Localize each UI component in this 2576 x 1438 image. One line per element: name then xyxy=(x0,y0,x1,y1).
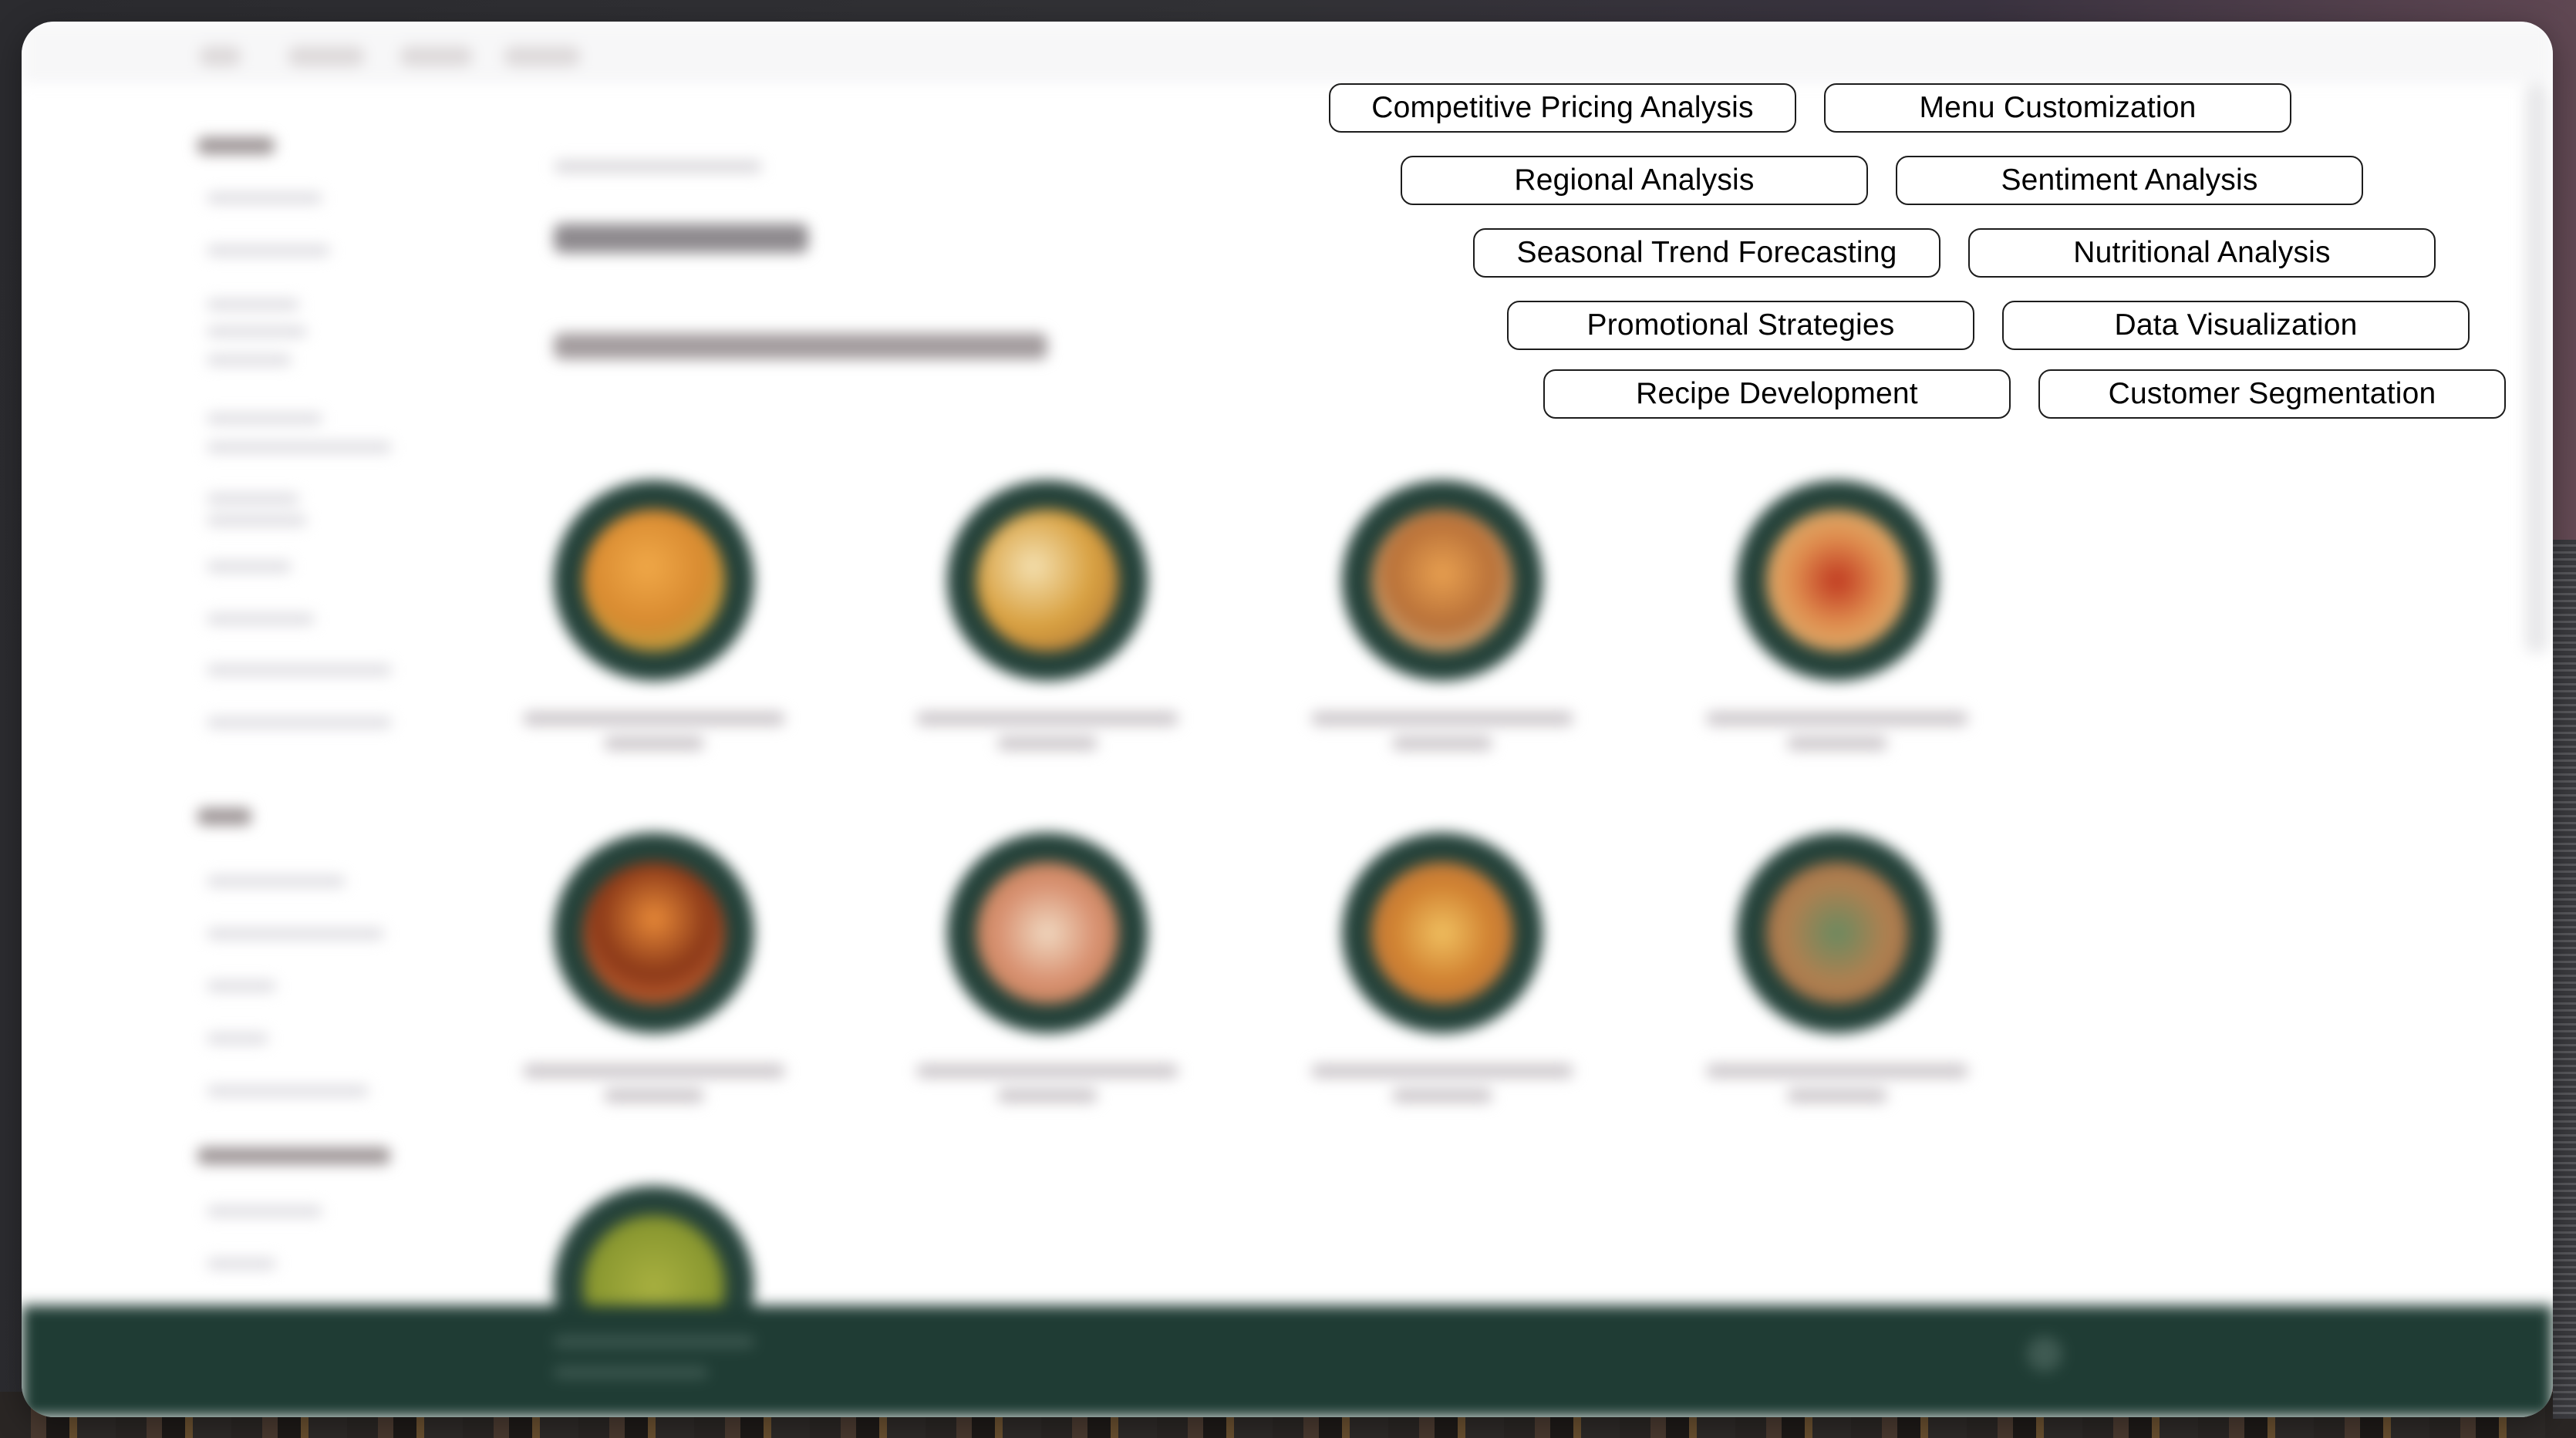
product-image[interactable] xyxy=(1342,833,1543,1033)
product-name[interactable] xyxy=(604,736,704,750)
product-card[interactable] xyxy=(916,833,1178,1103)
sidebar-item[interactable] xyxy=(207,1033,268,1044)
sidebar-item[interactable] xyxy=(207,1206,322,1217)
footer-text xyxy=(554,1336,754,1347)
footer-bar xyxy=(22,1305,2553,1417)
tag-competitive-pricing-analysis[interactable]: Competitive Pricing Analysis xyxy=(1329,83,1796,133)
tag-recipe-development[interactable]: Recipe Development xyxy=(1543,369,2011,419)
product-name[interactable] xyxy=(1787,736,1887,750)
product-card[interactable] xyxy=(1706,480,1968,750)
sidebar-item[interactable] xyxy=(207,876,346,887)
food-breakfast-wrap-icon xyxy=(1766,862,1908,1004)
sidebar-item[interactable] xyxy=(207,355,292,365)
sidebar-item[interactable] xyxy=(207,1086,369,1096)
sidebar-item[interactable] xyxy=(207,326,307,337)
tag-sentiment-analysis[interactable]: Sentiment Analysis xyxy=(1896,156,2363,205)
food-breakfast-sandwich-icon xyxy=(1766,510,1908,652)
product-name[interactable] xyxy=(523,1064,785,1078)
sidebar-item[interactable] xyxy=(207,299,299,310)
scrollbar[interactable] xyxy=(2525,83,2548,654)
tag-seasonal-trend-forecasting[interactable]: Seasonal Trend Forecasting xyxy=(1473,228,1940,278)
food-breakfast-sandwich-icon xyxy=(583,862,725,1004)
sidebar-item[interactable] xyxy=(207,442,392,453)
nav-item[interactable] xyxy=(504,46,581,66)
tag-customer-segmentation[interactable]: Customer Segmentation xyxy=(2038,369,2506,419)
product-card[interactable] xyxy=(1706,833,1968,1103)
product-image[interactable] xyxy=(947,833,1148,1033)
food-breakfast-sandwich-icon xyxy=(1371,510,1513,652)
product-name[interactable] xyxy=(916,712,1178,726)
sidebar-heading xyxy=(197,1147,390,1164)
product-image[interactable] xyxy=(1737,480,1937,681)
product-name[interactable] xyxy=(997,736,1097,750)
product-name[interactable] xyxy=(1706,1064,1968,1078)
footer-icon[interactable] xyxy=(2027,1336,2062,1372)
product-card[interactable] xyxy=(916,480,1178,750)
product-name[interactable] xyxy=(1311,1064,1573,1078)
product-name[interactable] xyxy=(1392,1089,1492,1103)
product-card[interactable] xyxy=(523,833,785,1103)
food-breakfast-sandwich-icon xyxy=(976,510,1118,652)
desktop-background-building xyxy=(2553,540,2576,1419)
tag-promotional-strategies[interactable]: Promotional Strategies xyxy=(1507,301,1974,350)
product-image[interactable] xyxy=(1737,833,1937,1033)
sidebar-item[interactable] xyxy=(207,493,299,504)
section-heading xyxy=(554,333,1047,359)
product-image[interactable] xyxy=(947,480,1148,681)
top-nav xyxy=(22,22,2553,83)
product-card[interactable] xyxy=(523,480,785,750)
product-name[interactable] xyxy=(1706,712,1968,726)
nav-item[interactable] xyxy=(288,46,365,66)
product-image[interactable] xyxy=(554,833,754,1033)
footer-text xyxy=(554,1367,708,1378)
sidebar-item[interactable] xyxy=(207,245,330,256)
tag-nutritional-analysis[interactable]: Nutritional Analysis xyxy=(1968,228,2436,278)
product-name[interactable] xyxy=(1311,712,1573,726)
sidebar-heading xyxy=(197,137,275,154)
product-name[interactable] xyxy=(916,1064,1178,1078)
sidebar-heading xyxy=(197,808,251,825)
product-image[interactable] xyxy=(554,480,754,681)
product-name[interactable] xyxy=(1392,736,1492,750)
product-card[interactable] xyxy=(1311,833,1573,1103)
food-breakfast-sandwich-icon xyxy=(976,862,1118,1004)
breadcrumb[interactable] xyxy=(554,160,762,173)
sidebar-item[interactable] xyxy=(207,717,392,728)
nav-item[interactable] xyxy=(400,46,473,66)
tag-data-visualization[interactable]: Data Visualization xyxy=(2002,301,2470,350)
sidebar-item[interactable] xyxy=(207,665,392,675)
sidebar-item[interactable] xyxy=(207,614,315,625)
product-name[interactable] xyxy=(1787,1089,1887,1103)
sidebar-item[interactable] xyxy=(207,193,322,204)
product-name[interactable] xyxy=(997,1089,1097,1103)
sidebar-item[interactable] xyxy=(207,981,276,992)
food-breakfast-sandwich-icon xyxy=(1371,862,1513,1004)
tag-menu-customization[interactable]: Menu Customization xyxy=(1824,83,2291,133)
sidebar-item[interactable] xyxy=(207,928,384,939)
sidebar-item[interactable] xyxy=(207,1258,276,1269)
product-image[interactable] xyxy=(1342,480,1543,681)
food-breakfast-sandwich-icon xyxy=(583,510,725,652)
product-card[interactable] xyxy=(1311,480,1573,750)
page-title xyxy=(554,224,808,253)
sidebar-item[interactable] xyxy=(207,515,307,526)
tag-regional-analysis[interactable]: Regional Analysis xyxy=(1401,156,1868,205)
product-name[interactable] xyxy=(604,1089,704,1103)
sidebar-item[interactable] xyxy=(207,413,322,424)
product-name[interactable] xyxy=(523,712,785,726)
sidebar-item[interactable] xyxy=(207,561,292,572)
nav-item[interactable] xyxy=(199,46,241,66)
